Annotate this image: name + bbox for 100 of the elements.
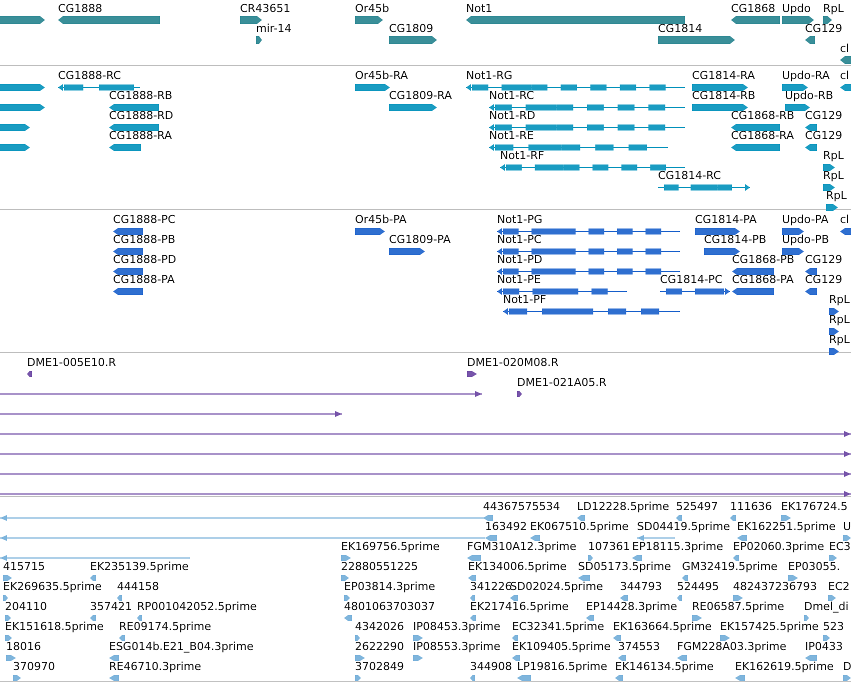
feature-label: EK269635.5prime [3,580,102,593]
feature-label: GM32419.5prime [682,560,778,573]
feature-label: EK163664.5prime [613,620,712,633]
feature-label: FGM310A12.3prime [467,540,576,553]
feature-label: 4342026 [355,620,404,633]
feature-label: DME1-021A05.R [517,376,607,389]
feature-label: 524495 [677,580,719,593]
feature-label: EC3 [829,540,851,553]
feature-label: CG1809-PA [389,233,451,246]
feature-label: CG1888-RB [109,89,172,102]
feature-label: EK169756.5prime [341,540,440,553]
feature-label: CG1868-RA [731,129,794,142]
feature-label: CG1809 [389,22,434,35]
feature-label: EK157425.5prime [720,620,819,633]
feature-label: CR43651 [240,2,290,15]
feature-label: CG1888-RD [109,109,174,122]
feature-label: Or45b [355,2,390,15]
feature-label: 18016 [6,640,41,653]
feature-label: Not1-PF [503,293,546,306]
feature-label: 111636 [730,500,772,513]
feature-label: Not1-RF [500,149,544,162]
feature-label: 341226 [470,580,512,593]
feature-label: Not1-PC [497,233,542,246]
feature-label: EK162251.5prime [737,520,836,533]
feature-label: Not1-PG [497,213,542,226]
feature-label: EK176724.5 [781,500,848,513]
feature-label: CG1814-PA [695,213,757,226]
feature-label: EK134006.5prime [468,560,567,573]
feature-label: IP08553.3prime [413,640,500,653]
feature-label: RpL [829,293,850,306]
feature-label: EK217416.5prime [470,600,569,613]
feature-label: CG1888-PB [113,233,176,246]
feature-label: 163492 [485,520,527,533]
feature-label: SD05173.5prime [578,560,671,573]
feature-label: CG1814-PB [704,233,766,246]
feature-label: Not1-RD [489,109,536,122]
feature-label: EK235139.5prime [90,560,189,573]
feature-label: SD04419.5prime [637,520,730,533]
feature-label: SD02024.5prime [510,580,603,593]
feature-label: Not1-PE [497,273,541,286]
feature-label: RE09174.5prime [119,620,212,633]
feature-label: CG1868-RB [731,109,794,122]
feature-label: CG1888-PD [113,253,176,266]
feature-label: CG1814-RA [692,69,755,82]
feature-label: RP001042052.5prime [137,600,257,613]
feature-label: 204110 [5,600,47,613]
feature-label: Dmel_di [804,600,849,613]
feature-label: CG1814-PC [660,273,722,286]
feature-label: CG1809-RA [389,89,452,102]
feature-label: CG129 [805,109,842,122]
feature-label: CG1868 [731,2,776,15]
feature-label: DME1-005E10.R [27,356,116,369]
feature-label: 2622290 [355,640,404,653]
feature-label: CG1868-PA [732,273,794,286]
feature-label: U [843,520,851,533]
feature-label: RE06587.5prime [692,600,784,613]
feature-label: IP08453.3prime [413,620,500,633]
feature-label: 107361 [588,540,630,553]
feature-label: 22880551225 [341,560,418,573]
feature-label: 415715 [3,560,45,573]
feature-label: RpL [823,149,844,162]
feature-label: RpL [829,333,850,346]
feature-label: Not1-PD [497,253,542,266]
feature-label: Not1-RC [489,89,534,102]
feature-label: 525497 [676,500,718,513]
feature-label: 344908 [470,660,512,673]
feature-label: Not1 [466,2,492,15]
feature-label: Updo-RA [782,69,830,82]
feature-label: cl [840,213,850,226]
feature-label: CG129 [805,22,842,35]
feature-label: 523 [823,620,844,633]
feature-label: mir-14 [256,22,292,35]
feature-label: 344793 [620,580,662,593]
feature-label: EP18115.3prime [632,540,724,553]
feature-label: CG129 [805,253,842,266]
feature-label: CG1888-PA [113,273,175,286]
feature-label: IP0433 [805,640,843,653]
feature-label: EK109405.5prime [512,640,611,653]
feature-label: EP03814.3prime [344,580,436,593]
feature-label: CG1814-RC [658,169,721,182]
feature-label: EK067510.5prime [530,520,629,533]
feature-label: EK151618.5prime [5,620,104,633]
feature-label: RpL [826,189,847,202]
feature-label: CG129 [805,273,842,286]
feature-label: 357421 [90,600,132,613]
feature-label: EK146134.5prime [615,660,714,673]
feature-label: CG129 [805,129,842,142]
feature-label: Not1-RG [466,69,512,82]
feature-label: LD12228.5prime [577,500,670,513]
feature-label: RE46710.3prime [109,660,202,673]
feature-label: EP14428.3prime [586,600,678,613]
feature-label: ESG014b.E21_B04.3prime [109,640,254,653]
feature-label: Or45b-PA [355,213,407,226]
feature-label: DME1-020M08.R [467,356,559,369]
feature-label: CG1814-RB [692,89,756,102]
feature-label: Not1-RE [489,129,534,142]
feature-label: EP03055. [788,560,840,573]
feature-label: FGM228A03.3prime [677,640,786,653]
feature-label: Updo [782,2,811,15]
feature-label: 444158 [117,580,159,593]
